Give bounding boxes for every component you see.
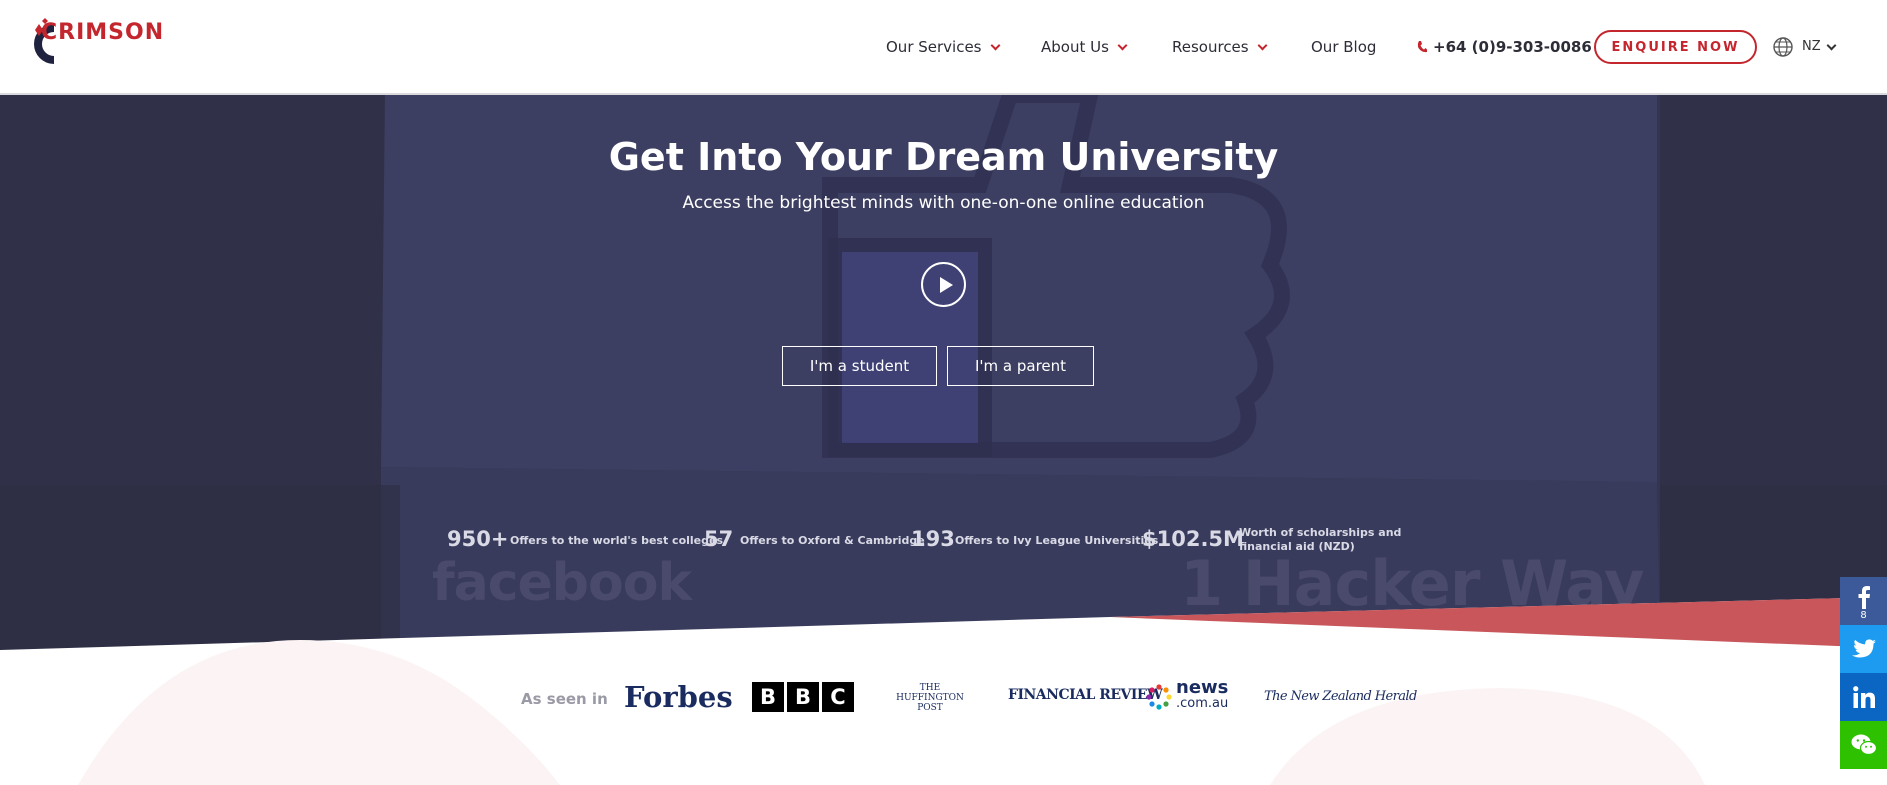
chevron-down-icon (1257, 40, 1268, 51)
nav-resources-label: Resources (1172, 38, 1249, 56)
nav-our-blog[interactable]: Our Blog (1311, 38, 1376, 56)
news-wordmark: news (1176, 677, 1229, 698)
social-share-bar: 8 (1840, 577, 1887, 769)
phone-link[interactable]: +64 (0)9-303-0086 (1417, 38, 1592, 56)
locale-label: NZ (1802, 39, 1821, 54)
nz-herald-logo: The New Zealand Herald (1264, 689, 1417, 704)
hero-title: Get Into Your Dream University (608, 135, 1279, 179)
financial-review-logo: FINANCIAL REVIEW (1008, 687, 1163, 703)
linkedin-icon (1852, 686, 1875, 708)
huffington-post-logo: THE HUFFINGTON POST (896, 683, 964, 713)
huffington-line: HUFFINGTON (896, 693, 964, 703)
globe-icon (1773, 37, 1793, 57)
play-icon (940, 277, 953, 293)
forbes-logo: Forbes (624, 680, 733, 714)
huffington-line: THE (919, 683, 941, 693)
nav-our-services-label: Our Services (886, 38, 982, 56)
linkedin-share-button[interactable] (1840, 673, 1887, 721)
im-a-student-button[interactable]: I'm a student (782, 346, 937, 386)
chevron-down-icon (1826, 40, 1837, 51)
stat-label: Worth of scholarships and financial aid … (1239, 526, 1402, 553)
news-dots-icon (1146, 684, 1172, 710)
wechat-share-button[interactable] (1840, 721, 1887, 769)
news-suffix: .com.au (1176, 696, 1229, 711)
chevron-down-icon (1117, 40, 1128, 51)
chevron-down-icon (990, 40, 1000, 51)
enquire-now-button[interactable]: ENQUIRE NOW (1594, 30, 1757, 64)
as-seen-in-label: As seen in (521, 690, 608, 708)
stat-value: $102.5M (1142, 527, 1244, 551)
wechat-icon (1851, 734, 1877, 756)
stat-label: Offers to the world's best colleges (510, 534, 724, 547)
locale-selector[interactable]: NZ (1772, 36, 1842, 58)
background-signage-facebook: facebook (432, 553, 692, 613)
phone-icon (1417, 41, 1427, 53)
huffington-line: POST (917, 703, 943, 713)
nav-resources[interactable]: Resources (1172, 38, 1268, 56)
nav-our-blog-label: Our Blog (1311, 38, 1377, 56)
play-video-button[interactable] (921, 262, 966, 307)
nav-about-us-label: About Us (1041, 38, 1109, 56)
nav-about-us[interactable]: About Us (1041, 38, 1128, 56)
brand-name: CRIMSON (41, 20, 165, 45)
nav-our-services[interactable]: Our Services (886, 38, 1000, 56)
twitter-icon (1851, 639, 1876, 658)
stat-value: 950+ (447, 527, 509, 551)
stat-value: 193 (911, 527, 955, 551)
stats-bar: 950+ Offers to the world's best colleges… (0, 520, 1887, 560)
site-header: CRIMSON Our Services About Us Resources … (0, 0, 1887, 95)
phone-number: +64 (0)9-303-0086 (1433, 38, 1592, 56)
im-a-parent-button[interactable]: I'm a parent (947, 346, 1094, 386)
hero-subtitle: Access the brightest minds with one-on-o… (682, 193, 1205, 213)
stat-value: 57 (704, 527, 734, 551)
facebook-share-button[interactable]: 8 (1840, 577, 1887, 625)
hero-section: facebook 1 Hacker Way Get Into Your Drea… (0, 95, 1887, 655)
news-com-au-logo: news .com.au (1146, 677, 1229, 712)
bbc-letter: B (752, 682, 784, 712)
stat-label: Offers to Ivy League Universities (955, 534, 1159, 547)
bbc-logo: B B C (752, 682, 854, 712)
bbc-letter: B (787, 682, 819, 712)
stat-label: Offers to Oxford & Cambridge (740, 534, 925, 547)
facebook-share-count: 8 (1860, 610, 1867, 621)
facebook-icon (1858, 586, 1870, 609)
bbc-letter: C (822, 682, 854, 712)
twitter-share-button[interactable] (1840, 625, 1887, 673)
